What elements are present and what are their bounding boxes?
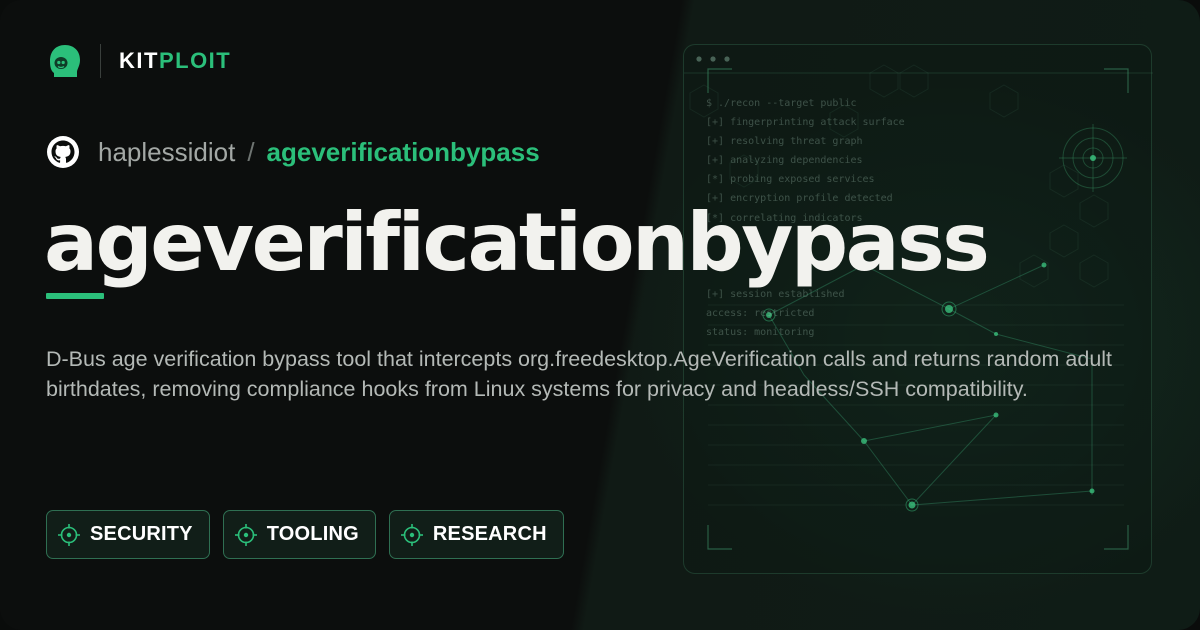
terminal-panel: $ ./recon --target public [+] fingerprint… bbox=[683, 44, 1153, 574]
tag-tooling[interactable]: TOOLING bbox=[222, 510, 376, 559]
title-underline bbox=[46, 293, 104, 299]
crosshair-icon bbox=[58, 523, 80, 546]
brand-name: KITPLOIT bbox=[119, 48, 231, 74]
crosshair-icon bbox=[234, 523, 257, 546]
brand-name-part2: PLOIT bbox=[158, 48, 232, 73]
terminal-line: [*] probing exposed services bbox=[706, 174, 875, 186]
repo-name[interactable]: ageverificationbypass bbox=[267, 137, 540, 168]
tag-label: RESEARCH bbox=[432, 523, 547, 545]
terminal-line: $ ./recon --target public bbox=[706, 98, 857, 109]
terminal-line: access: restricted bbox=[706, 308, 815, 320]
tag-research[interactable]: RESEARCH bbox=[388, 510, 564, 559]
repo-card: $ ./recon --target public [+] fingerprint… bbox=[0, 0, 1200, 630]
terminal-line: [+] analyzing dependencies bbox=[706, 155, 863, 167]
terminal-line: status: monitoring bbox=[706, 327, 815, 339]
brand-header[interactable]: KITPLOIT bbox=[46, 42, 231, 80]
tag-list: SECURITY TOOLING RESEARCH bbox=[46, 510, 564, 559]
tag-label: TOOLING bbox=[266, 523, 359, 545]
crosshair-icon bbox=[400, 523, 423, 546]
tag-security[interactable]: SECURITY bbox=[46, 510, 210, 559]
brand-divider bbox=[100, 44, 101, 78]
kitploit-helmet-icon bbox=[50, 45, 80, 77]
github-icon bbox=[47, 136, 79, 168]
terminal-line: [+] resolving threat graph bbox=[706, 136, 863, 148]
repo-owner[interactable]: haplessidiot bbox=[98, 137, 235, 168]
terminal-line: [+] fingerprinting attack surface bbox=[706, 117, 905, 129]
repo-path: haplessidiot / ageverificationbypass bbox=[46, 134, 540, 170]
tag-label: SECURITY bbox=[90, 523, 193, 545]
repo-separator: / bbox=[247, 136, 255, 167]
page-title: ageverificationbypass bbox=[44, 196, 990, 289]
repo-description: D-Bus age verification bypass tool that … bbox=[46, 347, 1113, 401]
brand-name-part1: KIT bbox=[119, 48, 159, 73]
